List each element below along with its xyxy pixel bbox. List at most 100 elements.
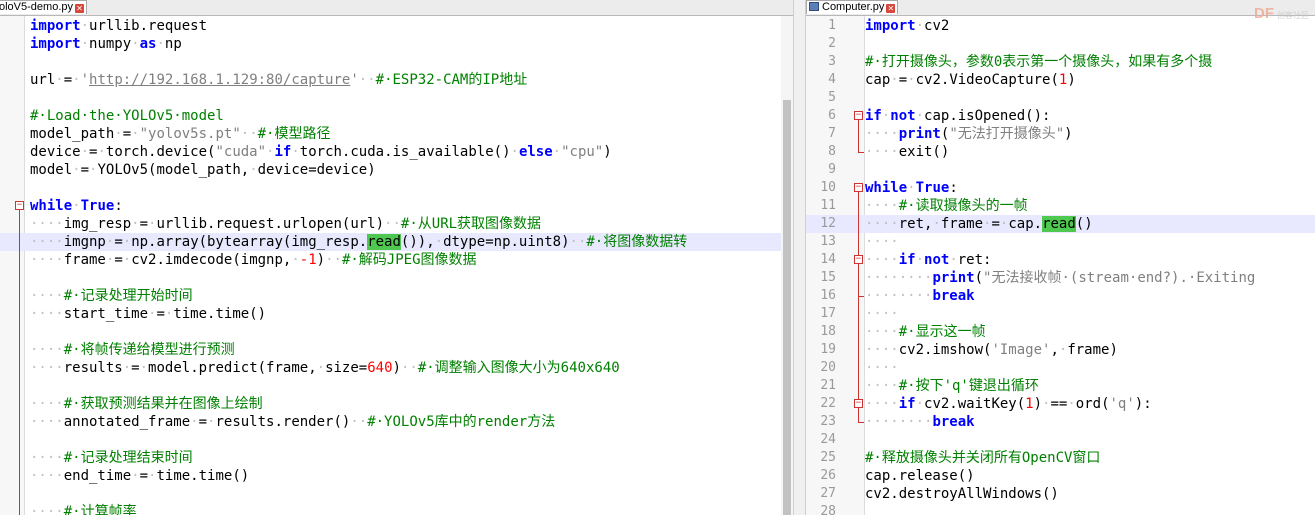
code-line[interactable]: 5 (806, 89, 1315, 107)
fold-toggle-icon[interactable]: − (854, 255, 863, 264)
line-number: 27 (820, 486, 836, 501)
code-line[interactable]: 7 ····print("无法打开摄像头") (806, 125, 1315, 143)
code-text: ····cv2.imshow('Image',·frame) (865, 341, 1118, 359)
code-line[interactable]: 25 #·释放摄像头并关闭所有OpenCV窗口 (806, 449, 1315, 467)
code-line[interactable]: #·Load·the·YOLOv5·model (0, 107, 793, 125)
code-token: · (80, 36, 90, 52)
code-token: True (915, 180, 950, 196)
code-line[interactable]: import·numpy·as·np (0, 35, 793, 53)
code-line[interactable]: 21 ····#·按下'q'键退出循环 (806, 377, 1315, 395)
code-token: print (898, 126, 941, 142)
code-line[interactable]: device·=·torch.device("cuda"·if·torch.cu… (0, 143, 793, 161)
code-text: while·True: (865, 179, 958, 197)
fold-toggle-icon[interactable]: − (15, 201, 24, 210)
scrollbar-thumb[interactable] (783, 100, 791, 515)
code-token: as (139, 36, 157, 52)
code-line[interactable]: ····end_time·=·time.time() (0, 467, 793, 485)
code-line[interactable]: 1 import·cv2 (806, 17, 1315, 35)
code-line[interactable]: 15 ········print("无法接收帧·(stream·end?).·Ex… (806, 269, 1315, 287)
code-line[interactable]: 20 ···· (806, 359, 1315, 377)
code-text: cap·=·cv2.VideoCapture(1) (865, 71, 1076, 89)
code-line[interactable]: 11 ····#·读取摄像头的一帧 (806, 197, 1315, 215)
code-token: "无法打开摄像头" (949, 126, 1065, 142)
code-line[interactable]: 23 ········break (806, 413, 1315, 431)
code-line[interactable]: 6 if·not·cap.isOpened(): (806, 107, 1315, 125)
code-line[interactable] (0, 53, 793, 71)
code-line[interactable]: ····start_time·=·time.time() (0, 305, 793, 323)
code-token: imgnp (63, 234, 106, 250)
code-line[interactable]: 14 ····if·not·ret: (806, 251, 1315, 269)
code-line[interactable]: ····#·计算帧率 (0, 503, 793, 515)
code-token: ···· (865, 342, 899, 358)
code-line[interactable]: url·=·'http://192.168.1.129:80/capture'·… (0, 71, 793, 89)
code-line[interactable]: 8 ····exit() (806, 143, 1315, 161)
code-text: ····if·cv2.waitKey(1)·==·ord('q'): (865, 395, 1152, 413)
code-line[interactable]: 4 cap·=·cv2.VideoCapture(1) (806, 71, 1315, 89)
code-line[interactable] (0, 323, 793, 341)
code-token: #·按下'q'键退出循环 (898, 378, 1039, 394)
code-line[interactable]: ····#·记录处理结束时间 (0, 449, 793, 467)
code-text: import·urllib.request (30, 17, 207, 35)
code-line[interactable] (0, 431, 793, 449)
tab-computer-py[interactable]: Computer.py ✕ (806, 0, 899, 14)
line-number: 2 (828, 36, 836, 51)
code-token: if (898, 252, 916, 268)
code-token: model (30, 162, 73, 178)
code-line[interactable]: ····img_resp·=·urllib.request.urlopen(ur… (0, 215, 793, 233)
fold-toggle-icon[interactable]: − (854, 111, 863, 120)
code-token: frame (940, 216, 984, 232)
code-token: #·将图像数据转 (586, 234, 688, 250)
code-text: ····ret,·frame·=·cap.read() (865, 215, 1093, 233)
code-line[interactable]: 22 ····if·cv2.waitKey(1)·==·ord('q'): (806, 395, 1315, 413)
code-token: ·· (400, 360, 418, 376)
right-code-editor[interactable]: 1 import·cv2 2 3 #·打开摄像头，参数0表示第一个摄像头，如果有多个摄 4… (806, 16, 1315, 515)
code-text: ····end_time·=·time.time() (30, 467, 249, 485)
code-line[interactable]: ····#·将帧传递给模型进行预测 (0, 341, 793, 359)
code-line[interactable] (0, 89, 793, 107)
code-line[interactable]: model_path·=·"yolov5s.pt"··#·模型路径 (0, 125, 793, 143)
code-line[interactable]: 2 (806, 35, 1315, 53)
left-code-editor[interactable]: import·urllib.request import·numpy·as·np u… (0, 16, 793, 515)
line-number: 24 (820, 432, 836, 447)
code-line[interactable]: model·=·YOLOv5(model_path,·device=device… (0, 161, 793, 179)
fold-toggle-icon[interactable]: − (854, 183, 863, 192)
pane-splitter[interactable] (793, 0, 806, 515)
code-token: ········ (865, 288, 933, 304)
close-tab-icon[interactable]: ✕ (886, 4, 896, 13)
code-line[interactable]: 27 cv2.destroyAllWindows() (806, 485, 1315, 503)
code-line[interactable]: 13 ···· (806, 233, 1315, 251)
code-line[interactable]: 26 cap.release() (806, 467, 1315, 485)
line-number: 23 (820, 414, 836, 429)
code-line[interactable]: 16 ········break (806, 287, 1315, 305)
code-line[interactable]: 17 ···· (806, 305, 1315, 323)
code-text: import·numpy·as·np (30, 35, 182, 53)
code-token: ···· (865, 144, 899, 160)
code-line[interactable]: 28 (806, 503, 1315, 515)
code-token: #·解码JPEG图像数据 (341, 252, 477, 268)
code-line[interactable] (0, 179, 793, 197)
code-line[interactable] (0, 485, 793, 503)
code-line[interactable]: ····results·=·model.predict(frame,·size=… (0, 359, 793, 377)
code-line[interactable]: 10 while·True: (806, 179, 1315, 197)
code-line[interactable]: 19 ····cv2.imshow('Image',·frame) (806, 341, 1315, 359)
code-line[interactable]: ····#·获取预测结果并在图像上绘制 (0, 395, 793, 413)
code-line[interactable]: 18 ····#·显示这一帧 (806, 323, 1315, 341)
code-token: · (122, 234, 132, 250)
code-line[interactable]: ····imgnp·=·np.array(bytearray(img_resp.… (0, 233, 793, 251)
code-line[interactable]: ····#·记录处理开始时间 (0, 287, 793, 305)
fold-toggle-icon[interactable]: − (854, 399, 863, 408)
code-line[interactable]: 3 #·打开摄像头，参数0表示第一个摄像头，如果有多个摄 (806, 53, 1315, 71)
code-line[interactable]: ····frame·=·cv2.imdecode(imgnp,·-1)··#·解… (0, 251, 793, 269)
vertical-scrollbar[interactable] (781, 16, 793, 515)
code-line[interactable]: while·True: (0, 197, 793, 215)
code-line[interactable]: import·urllib.request (0, 17, 793, 35)
close-tab-icon[interactable]: ✕ (75, 4, 84, 13)
code-line[interactable]: 12 ····ret,·frame·=·cap.read() (806, 215, 1315, 233)
code-line[interactable]: 24 (806, 431, 1315, 449)
tab-yolov5-demo[interactable]: oloV5-demo.py ✕ (0, 0, 87, 14)
code-line[interactable] (0, 269, 793, 287)
code-token: np (164, 36, 182, 52)
code-line[interactable]: 9 (806, 161, 1315, 179)
code-line[interactable]: ····annotated_frame·=·results.render()··… (0, 413, 793, 431)
code-line[interactable] (0, 377, 793, 395)
